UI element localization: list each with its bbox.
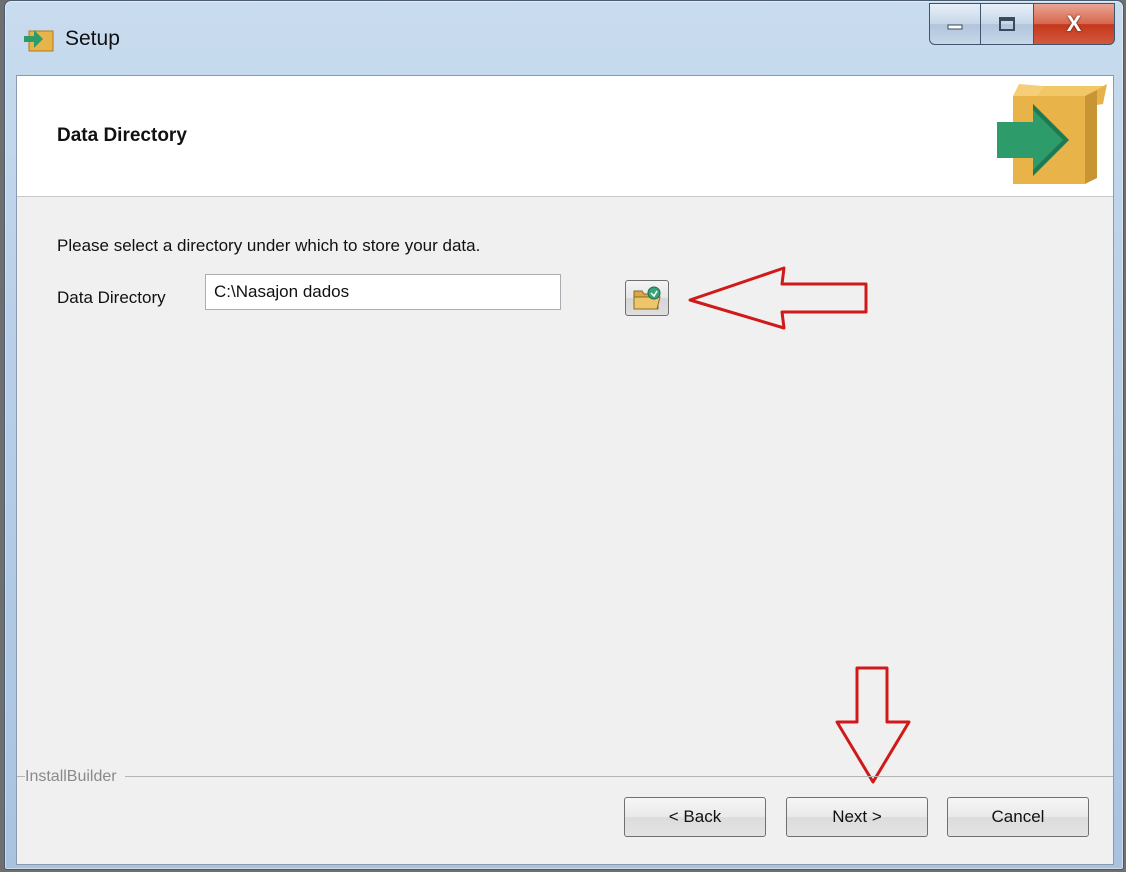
cancel-button[interactable]: Cancel [947,797,1089,837]
page-title: Data Directory [57,125,187,146]
wizard-client-area: Data Directory Please select a directory… [16,75,1114,865]
installer-box-arrow-icon [997,84,1107,184]
close-button[interactable]: X [1033,3,1115,45]
browse-folder-button[interactable] [625,280,669,316]
window-title: Setup [65,27,120,50]
minimize-icon [947,24,963,30]
maximize-icon [999,17,1015,31]
setup-window: Setup X Data Directory Please select a d… [4,0,1124,870]
wizard-header: Data Directory [17,76,1113,197]
instruction-text: Please select a directory under which to… [57,236,481,255]
footer-divider [17,776,1113,779]
next-button[interactable]: Next > [786,797,928,837]
maximize-button[interactable] [980,3,1034,45]
title-bar[interactable]: Setup X [5,1,1123,75]
annotation-arrow-down [835,666,911,784]
annotation-arrow-left [688,266,868,330]
folder-browse-icon [633,286,661,310]
minimize-button[interactable] [929,3,981,45]
setup-app-icon [24,30,54,52]
installbuilder-brand: InstallBuilder [25,768,125,786]
data-directory-label: Data Directory [57,288,166,307]
back-button[interactable]: < Back [624,797,766,837]
data-directory-input[interactable] [205,274,561,310]
window-controls: X [929,3,1115,47]
